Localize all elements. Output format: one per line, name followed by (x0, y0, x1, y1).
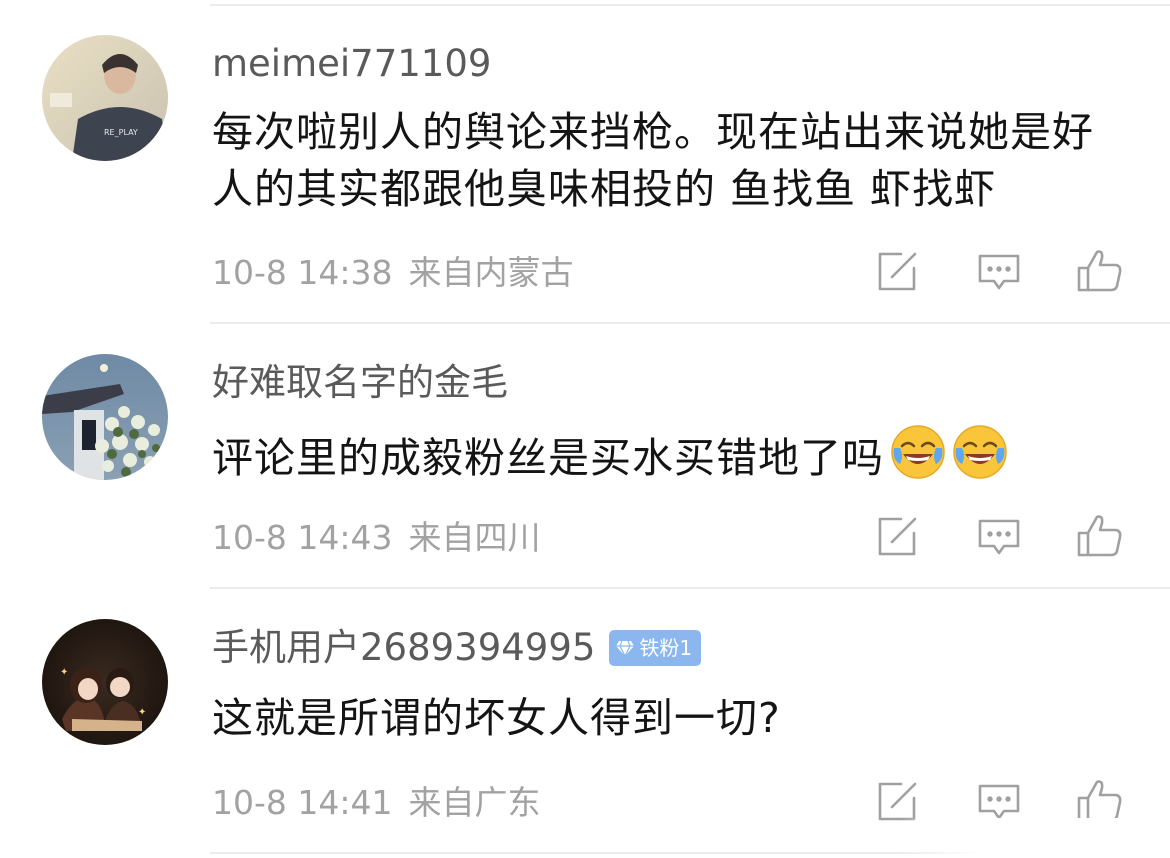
comment-text: 评论里的成毅粉丝是买水买错地了吗 (212, 424, 1152, 495)
divider (210, 322, 1170, 324)
badge-label: 铁粉1 (639, 636, 693, 660)
comment-button[interactable] (975, 248, 1023, 296)
svg-text:RE_PLAY: RE_PLAY (104, 128, 138, 137)
like-icon (1077, 780, 1122, 822)
timestamp: 10-8 14:41 (212, 783, 393, 822)
avatar[interactable]: RE_PLAY (42, 35, 168, 161)
username[interactable]: 好难取名字的金毛 (212, 361, 508, 405)
comment-meta: 10-8 14:41 来自广东 (212, 783, 541, 823)
like-icon (1077, 250, 1122, 292)
location: 来自内蒙古 (408, 253, 574, 292)
comment-button[interactable] (975, 513, 1023, 561)
laughing-crying-emoji (890, 424, 946, 495)
username: 手机用户2689394995 铁粉1 (212, 626, 702, 670)
repost-icon (878, 252, 917, 291)
laughing-crying-emoji (952, 424, 1008, 495)
svg-text:✦: ✦ (138, 707, 146, 718)
repost-icon (878, 517, 917, 556)
comment-text: 每次啦别人的舆论来挡枪。现在站出来说她是好人的其实都跟他臭味相投的 鱼找鱼 虾找… (212, 108, 1094, 213)
comment-text: 这就是所谓的坏女人得到一切? (212, 694, 781, 742)
comment-meta: 10-8 14:43 来自四川 (212, 518, 541, 558)
comment-text-body: 评论里的成毅粉丝是买水买错地了吗 (212, 434, 884, 482)
top-divider (210, 4, 1170, 6)
repost-button[interactable] (873, 248, 921, 296)
avatar[interactable]: ✦ ✦ (42, 619, 168, 745)
location: 来自四川 (408, 518, 541, 557)
repost-button[interactable] (873, 513, 921, 561)
fan-badge[interactable]: 铁粉1 (609, 630, 702, 666)
username[interactable]: meimei771109 (212, 42, 491, 86)
svg-text:✦: ✦ (60, 667, 68, 678)
comment-icon (978, 519, 1020, 555)
divider (210, 587, 1170, 589)
like-button[interactable] (1076, 246, 1124, 294)
watermark-overlay (900, 818, 1170, 858)
like-icon (1077, 515, 1122, 557)
comment-icon (978, 254, 1020, 290)
username-text[interactable]: 手机用户2689394995 (212, 626, 595, 670)
avatar[interactable] (42, 354, 168, 480)
diamond-icon (616, 640, 635, 658)
location: 来自广东 (408, 783, 541, 822)
timestamp: 10-8 14:43 (212, 518, 393, 557)
comment-meta: 10-8 14:38 来自内蒙古 (212, 253, 574, 293)
like-button[interactable] (1076, 511, 1124, 559)
like-button[interactable] (1076, 776, 1124, 824)
timestamp: 10-8 14:38 (212, 253, 393, 292)
